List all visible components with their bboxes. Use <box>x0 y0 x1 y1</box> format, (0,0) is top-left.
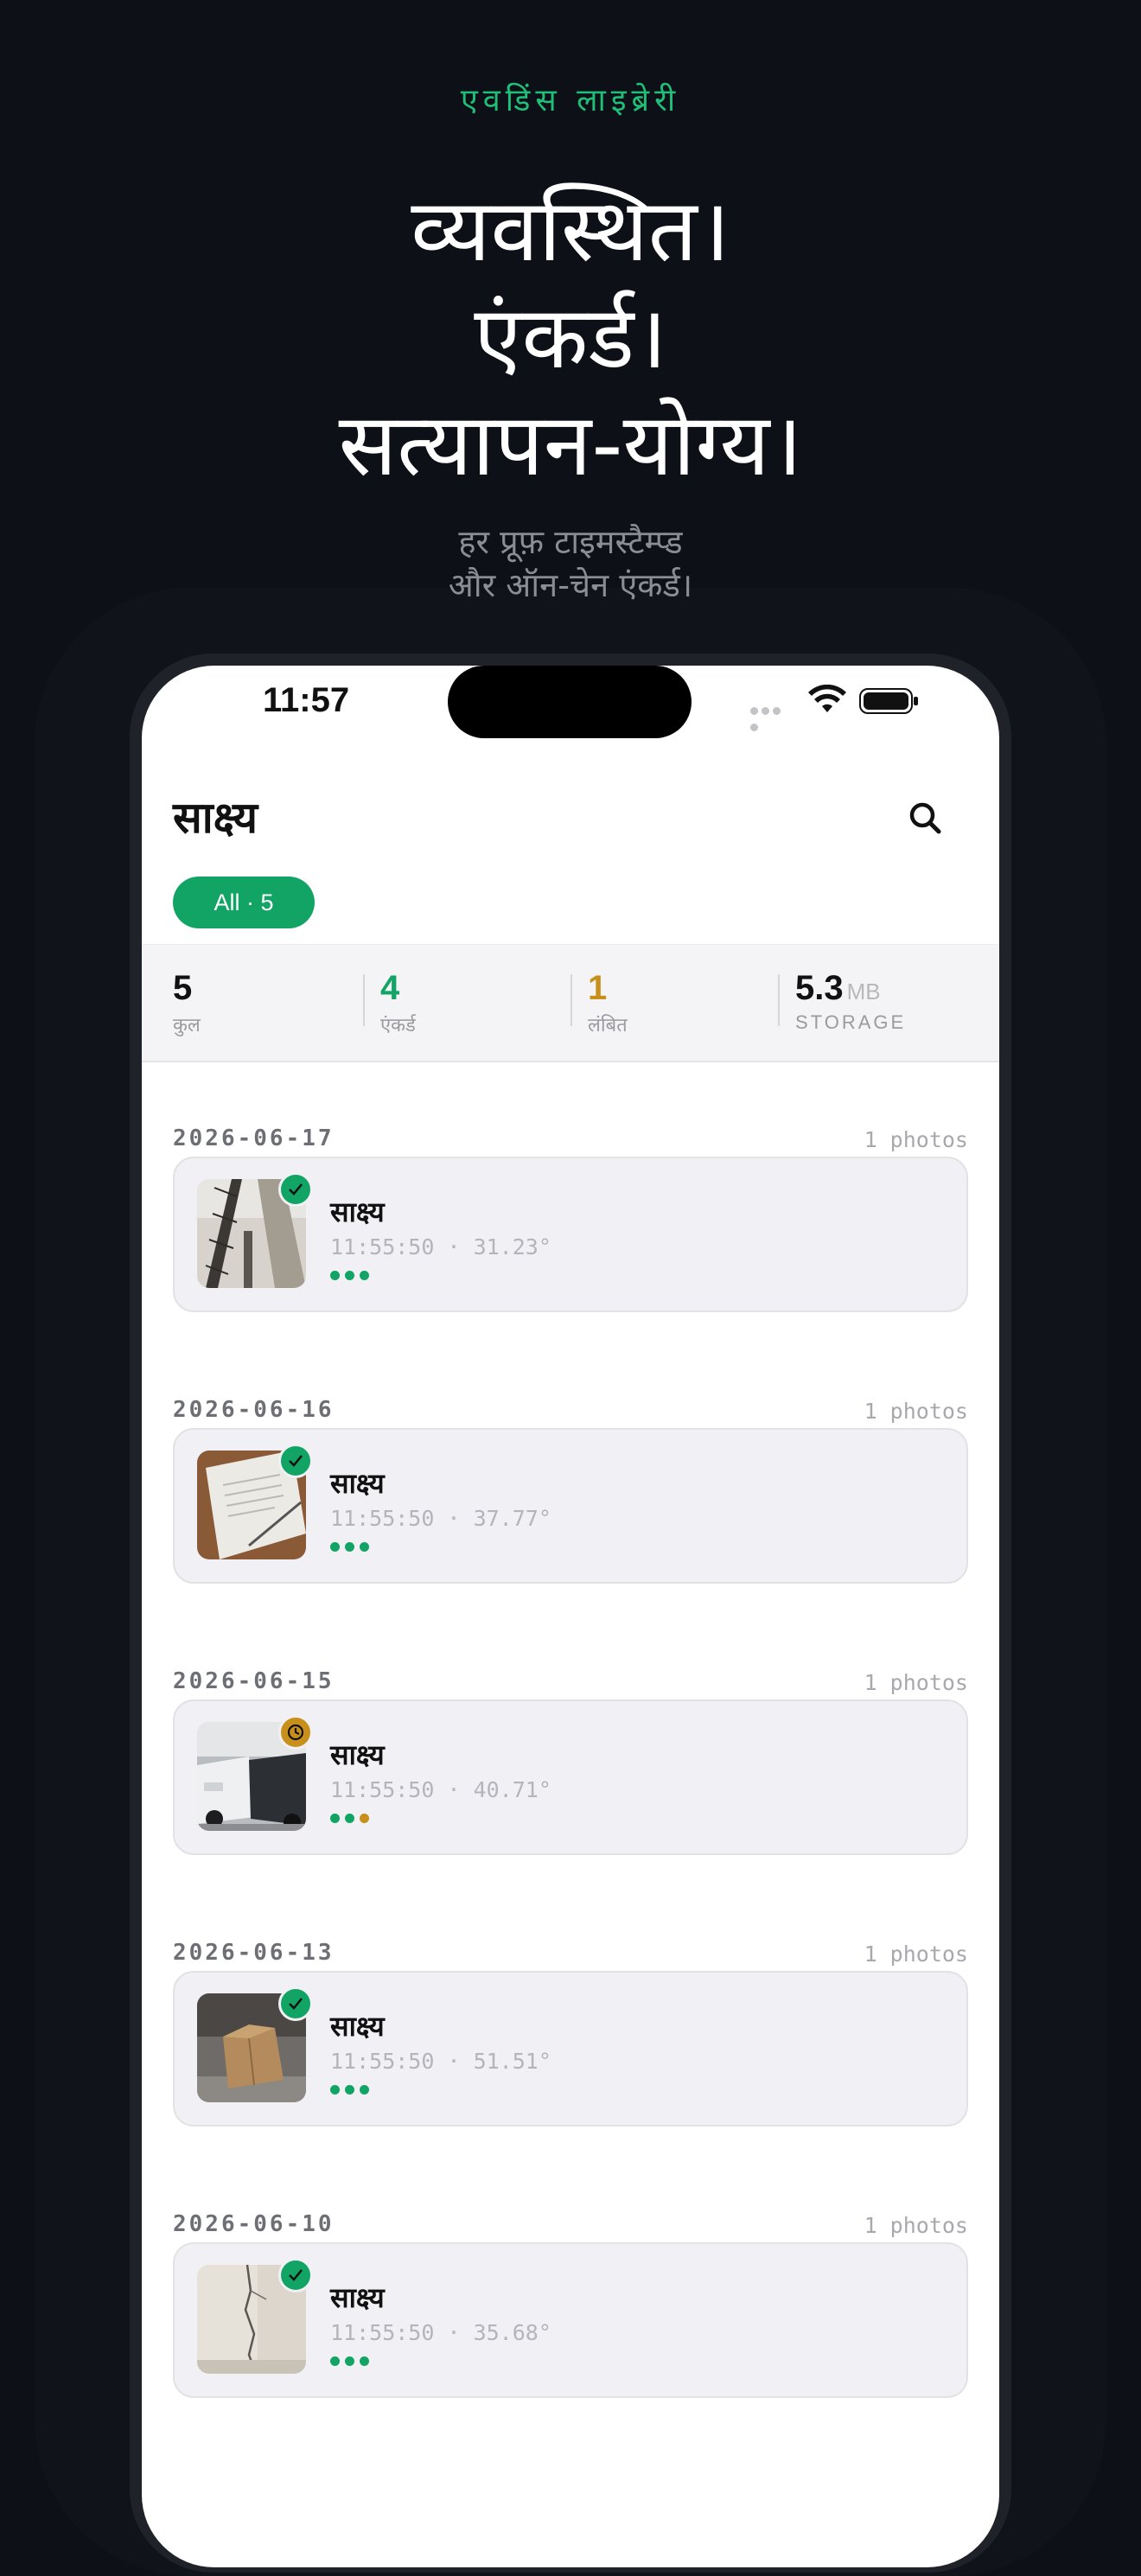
card-meta: 11:55:50 · 37.77° <box>330 1506 551 1531</box>
stat-anchored: 4 एंकर्ड <box>380 969 416 1037</box>
hero-headline: व्यवस्थित। एंकर्ड। सत्यापन-योग्य। <box>0 177 1141 499</box>
evidence-card[interactable]: साक्ष्य 11:55:50 · 37.77° <box>173 1428 968 1584</box>
status-dot <box>345 1814 354 1823</box>
group-date: 2026-06-10 <box>173 2211 335 2237</box>
card-meta: 11:55:50 · 51.51° <box>330 2049 551 2074</box>
group-date: 2026-06-13 <box>173 1940 335 1966</box>
verification-dots <box>330 1810 374 1823</box>
stat-divider <box>570 974 572 1026</box>
card-meta: 11:55:50 · 35.68° <box>330 2320 551 2345</box>
status-dot <box>330 2085 340 2095</box>
status-dot <box>345 1542 354 1552</box>
stat-total: 5 कुल <box>173 969 201 1037</box>
card-meta: 11:55:50 · 31.23° <box>330 1234 551 1259</box>
stat-anchored-value: 4 <box>380 969 400 1007</box>
stat-divider <box>363 974 365 1026</box>
status-dot <box>360 1271 369 1280</box>
evidence-card[interactable]: साक्ष्य 11:55:50 · 51.51° <box>173 1971 968 2126</box>
status-dot <box>345 1271 354 1280</box>
status-dot <box>360 2085 369 2095</box>
check-icon <box>278 1172 313 1207</box>
group-count: 1 photos <box>864 1127 968 1152</box>
verification-dots <box>330 2353 374 2366</box>
group-date: 2026-06-15 <box>173 1668 335 1694</box>
check-icon <box>278 1986 313 2021</box>
group-date: 2026-06-16 <box>173 1397 335 1423</box>
evidence-card[interactable]: साक्ष्य 11:55:50 · 40.71° <box>173 1699 968 1855</box>
stat-storage-unit: MB <box>846 979 881 1004</box>
status-dot <box>330 2356 340 2366</box>
wifi-icon <box>808 685 846 712</box>
card-title: साक्ष्य <box>330 2010 385 2043</box>
stat-storage-label: STORAGE <box>795 1011 907 1033</box>
stat-pending-label: लंबित <box>588 1015 628 1036</box>
status-dot <box>360 1814 369 1823</box>
stat-total-label: कुल <box>173 1015 201 1036</box>
phone-screen: 11:57 साक्ष्य All · 5 5 कुल 4 एंकर्ड 1 ल… <box>142 666 999 2567</box>
status-dot <box>345 2085 354 2095</box>
check-icon <box>278 1444 313 1478</box>
group-count: 1 photos <box>864 2213 968 2238</box>
group-date: 2026-06-17 <box>173 1125 335 1151</box>
card-title: साक्ष्य <box>330 1738 385 1771</box>
page-title: साक्ष्य <box>173 793 258 843</box>
stat-pending: 1 लंबित <box>588 969 628 1037</box>
group-count: 1 photos <box>864 1942 968 1967</box>
headline-line-3: सत्यापन-योग्य। <box>338 394 803 495</box>
stat-total-value: 5 <box>173 969 193 1007</box>
status-bar: 11:57 <box>142 666 999 752</box>
status-dot <box>330 1271 340 1280</box>
stat-anchored-label: एंकर्ड <box>380 1015 416 1036</box>
verification-dots <box>330 2082 374 2095</box>
verification-dots <box>330 1267 374 1280</box>
status-dot <box>330 1814 340 1823</box>
stat-storage-value: 5.3 <box>795 969 844 1007</box>
search-icon[interactable] <box>904 797 947 840</box>
card-title: साक्ष्य <box>330 2281 385 2314</box>
hero-eyebrow: एवडिंस लाइब्रेरी <box>460 83 681 118</box>
status-dot <box>330 1542 340 1552</box>
stats-bar: 5 कुल 4 एंकर्ड 1 लंबित 5.3 MB STORAGE <box>142 944 999 1062</box>
cellular-signal-icon <box>750 702 794 731</box>
verification-dots <box>330 1539 374 1552</box>
check-icon <box>278 2258 313 2292</box>
status-dot <box>360 2356 369 2366</box>
status-time: 11:57 <box>263 681 350 719</box>
clock-icon <box>278 1715 313 1750</box>
subline-line-1: हर प्रूफ़ टाइमस्टैम्प्ड <box>458 523 683 561</box>
group-count: 1 photos <box>864 1670 968 1695</box>
group-count: 1 photos <box>864 1399 968 1424</box>
headline-line-2: एंकर्ड। <box>474 287 667 388</box>
status-dot <box>345 2356 354 2366</box>
headline-line-1: व्यवस्थित। <box>411 180 730 281</box>
stat-pending-value: 1 <box>588 969 608 1007</box>
card-meta: 11:55:50 · 40.71° <box>330 1777 551 1802</box>
evidence-card[interactable]: साक्ष्य 11:55:50 · 31.23° <box>173 1157 968 1312</box>
stat-storage-value-row: 5.3 MB <box>795 969 906 1008</box>
stat-storage: 5.3 MB STORAGE <box>795 969 906 1034</box>
battery-icon <box>859 688 918 714</box>
dynamic-island <box>448 666 692 738</box>
status-dot <box>360 1542 369 1552</box>
card-title: साक्ष्य <box>330 1196 385 1228</box>
filter-chip-all[interactable]: All · 5 <box>173 877 315 928</box>
stat-divider <box>778 974 780 1026</box>
evidence-card[interactable]: साक्ष्य 11:55:50 · 35.68° <box>173 2242 968 2398</box>
card-title: साक्ष्य <box>330 1467 385 1500</box>
